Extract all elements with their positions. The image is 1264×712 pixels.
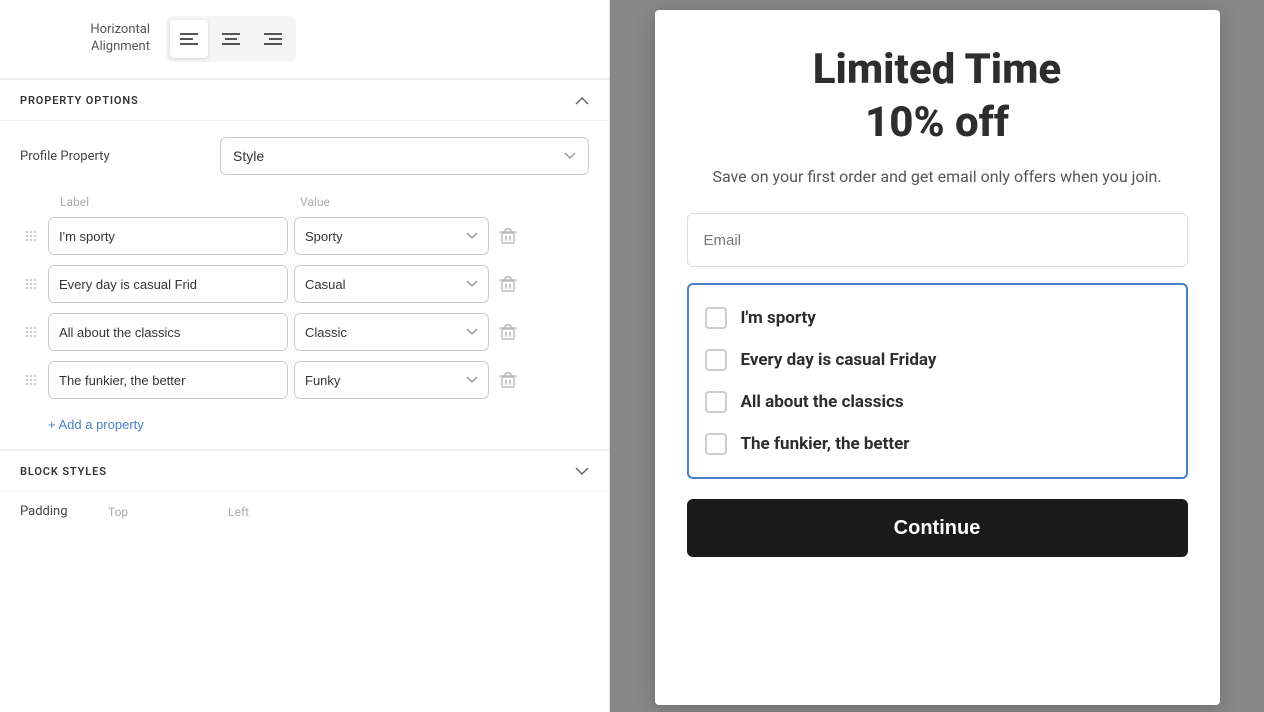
email-input[interactable] bbox=[687, 213, 1188, 267]
padding-left-label: Left bbox=[228, 505, 249, 519]
align-center-button[interactable] bbox=[212, 20, 250, 58]
alignment-buttons bbox=[166, 16, 296, 62]
checkbox-label-0: I'm sporty bbox=[741, 308, 816, 328]
label-column-header: Label bbox=[60, 195, 300, 209]
property-row: Sporty bbox=[20, 217, 589, 255]
right-panel: Limited Time 10% off Save on your first … bbox=[610, 0, 1264, 712]
checkbox-item: Every day is casual Friday bbox=[705, 339, 1170, 381]
checkbox-list: I'm sporty Every day is casual Friday Al… bbox=[687, 283, 1188, 479]
continue-button[interactable]: Continue bbox=[687, 499, 1188, 557]
drag-handle[interactable] bbox=[20, 324, 42, 340]
add-property-button[interactable]: + Add a property bbox=[48, 417, 144, 432]
delete-button-2[interactable] bbox=[495, 319, 521, 345]
drag-handle[interactable] bbox=[20, 372, 42, 388]
checkbox-1[interactable] bbox=[705, 349, 727, 371]
label-input-3[interactable] bbox=[48, 361, 288, 399]
align-left-button[interactable] bbox=[170, 20, 208, 58]
alignment-section: Horizontal Alignment bbox=[0, 0, 609, 79]
padding-label: Padding bbox=[20, 504, 100, 519]
preview-card: Limited Time 10% off Save on your first … bbox=[655, 10, 1220, 705]
label-input-1[interactable] bbox=[48, 265, 288, 303]
profile-property-row: Profile Property Style bbox=[20, 137, 589, 175]
property-row: Casual bbox=[20, 265, 589, 303]
delete-button-1[interactable] bbox=[495, 271, 521, 297]
property-row: Funky bbox=[20, 361, 589, 399]
profile-property-select[interactable]: Style bbox=[220, 137, 589, 175]
checkbox-0[interactable] bbox=[705, 307, 727, 329]
delete-button-0[interactable] bbox=[495, 223, 521, 249]
profile-property-label: Profile Property bbox=[20, 149, 220, 164]
value-column-header: Value bbox=[300, 195, 330, 209]
padding-top-label: Top bbox=[108, 505, 128, 519]
preview-subtitle: Save on your first order and get email o… bbox=[687, 165, 1188, 189]
left-panel: Horizontal Alignment bbox=[0, 0, 610, 712]
property-rows-container: Sporty bbox=[20, 217, 589, 399]
block-styles-content: Padding Top Left bbox=[0, 492, 609, 531]
label-input-0[interactable] bbox=[48, 217, 288, 255]
checkbox-item: All about the classics bbox=[705, 381, 1170, 423]
checkbox-item: I'm sporty bbox=[705, 297, 1170, 339]
checkbox-label-1: Every day is casual Friday bbox=[741, 350, 937, 370]
preview-discount: 10% off bbox=[687, 98, 1188, 147]
lv-header: Label Value bbox=[60, 195, 589, 209]
block-styles-toggle[interactable] bbox=[575, 463, 589, 479]
checkbox-3[interactable] bbox=[705, 433, 727, 455]
alignment-label: Horizontal Alignment bbox=[20, 22, 150, 56]
property-options-header: PROPERTY OPTIONS bbox=[0, 79, 609, 121]
delete-button-3[interactable] bbox=[495, 367, 521, 393]
checkbox-2[interactable] bbox=[705, 391, 727, 413]
property-options-title: PROPERTY OPTIONS bbox=[20, 94, 139, 107]
property-row: Classic bbox=[20, 313, 589, 351]
align-right-button[interactable] bbox=[254, 20, 292, 58]
drag-handle[interactable] bbox=[20, 228, 42, 244]
value-select-2[interactable]: Classic bbox=[294, 313, 489, 351]
property-options-content: Profile Property Style Label Value bbox=[0, 121, 609, 449]
value-select-1[interactable]: Casual bbox=[294, 265, 489, 303]
value-select-3[interactable]: Funky bbox=[294, 361, 489, 399]
block-styles-title: BLOCK STYLES bbox=[20, 465, 107, 478]
padding-row: Padding Top Left bbox=[20, 504, 589, 519]
checkbox-label-2: All about the classics bbox=[741, 392, 904, 412]
block-styles-header: BLOCK STYLES bbox=[0, 450, 609, 492]
checkbox-item: The funkier, the better bbox=[705, 423, 1170, 465]
checkbox-label-3: The funkier, the better bbox=[741, 434, 910, 454]
property-options-toggle[interactable] bbox=[575, 92, 589, 108]
value-select-0[interactable]: Sporty bbox=[294, 217, 489, 255]
label-input-2[interactable] bbox=[48, 313, 288, 351]
drag-handle[interactable] bbox=[20, 276, 42, 292]
preview-title: Limited Time bbox=[687, 46, 1188, 94]
